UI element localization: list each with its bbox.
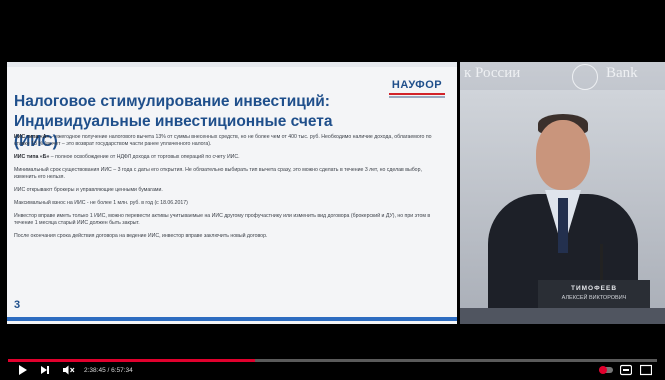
slide-paragraph-1: ИИС типа «А» – ежегодное получение налог… [14, 134, 439, 148]
time-display: 2:38:45 / 6:57:34 [84, 367, 133, 374]
logo-underline [389, 96, 445, 98]
subtitles-button[interactable] [619, 364, 633, 377]
presentation-slide: Налоговое стимулирование инвестиций: Инд… [7, 62, 457, 324]
nameplate-surname: ТИМОФЕЕВ [570, 285, 618, 292]
subtitles-icon [619, 364, 633, 376]
video-player[interactable]: Налоговое стимулирование инвестиций: Инд… [0, 0, 665, 379]
speaker-nameplate: ТИМОФЕЕВ АЛЕКСЕЙ ВИКТОРОВИЧ [538, 280, 650, 308]
microphone-icon [600, 244, 603, 284]
autoplay-toggle[interactable] [599, 364, 613, 377]
volume-button[interactable] [62, 364, 75, 377]
settings-button[interactable] [639, 364, 653, 377]
desk [460, 308, 665, 324]
volume-mute-icon [63, 365, 75, 375]
iis-type-a-text: – ежегодное получение налогового вычета … [14, 134, 432, 147]
slide-paragraph-4: ИИС открывают брокеры и управляющие ценн… [14, 187, 163, 193]
logo-bar [389, 93, 445, 95]
speaker-camera-feed: к России Bank ТИМОФЕЕВ АЛЕКСЕЙ ВИКТОРОВИ… [460, 62, 665, 324]
speaker-tie [558, 198, 568, 253]
slide-paragraph-3: Минимальный срок существования ИИС – 3 г… [14, 167, 422, 180]
progress-played [8, 359, 255, 362]
slide-title-line1: Налоговое стимулирование инвестиций: [14, 93, 330, 110]
slide-paragraph-2: ИИС типа «Б» – полное освобождение от НД… [14, 154, 439, 161]
iis-type-b-label: ИИС типа «Б» [14, 154, 50, 160]
play-button[interactable] [19, 364, 27, 377]
bank-sign-right: Bank [606, 65, 638, 81]
iis-type-b-text: – полное освобождение от НДФЛ дохода от … [49, 154, 240, 160]
progress-bar[interactable] [8, 359, 657, 362]
play-icon [19, 365, 27, 375]
bank-sign-left: к России [464, 65, 521, 81]
bank-emblem-icon [572, 64, 598, 90]
slide-body: ИИС типа «А» – ежегодное получение налог… [14, 134, 439, 246]
next-icon [41, 364, 49, 374]
slide-paragraph-6: Инвестор вправе иметь только 1 ИИС, можн… [14, 213, 431, 226]
naufor-logo: НАУФОР [385, 79, 449, 101]
nameplate-fullname: АЛЕКСЕЙ ВИКТОРОВИЧ [561, 295, 627, 301]
iis-type-a-label: ИИС типа «А» [14, 134, 50, 140]
slide-paragraph-5: Максимальный взнос на ИИС - не более 1 м… [14, 200, 188, 206]
slide-bottom-bar [7, 317, 457, 321]
next-button[interactable] [41, 364, 49, 377]
slide-paragraph-7: После окончания срока действия договора … [14, 233, 268, 239]
logo-text: НАУФОР [391, 79, 443, 91]
slide-top-band [7, 62, 457, 67]
speaker-head [536, 120, 590, 190]
autoplay-icon [599, 366, 613, 374]
settings-icon [639, 364, 653, 376]
slide-page-number: 3 [14, 299, 21, 311]
